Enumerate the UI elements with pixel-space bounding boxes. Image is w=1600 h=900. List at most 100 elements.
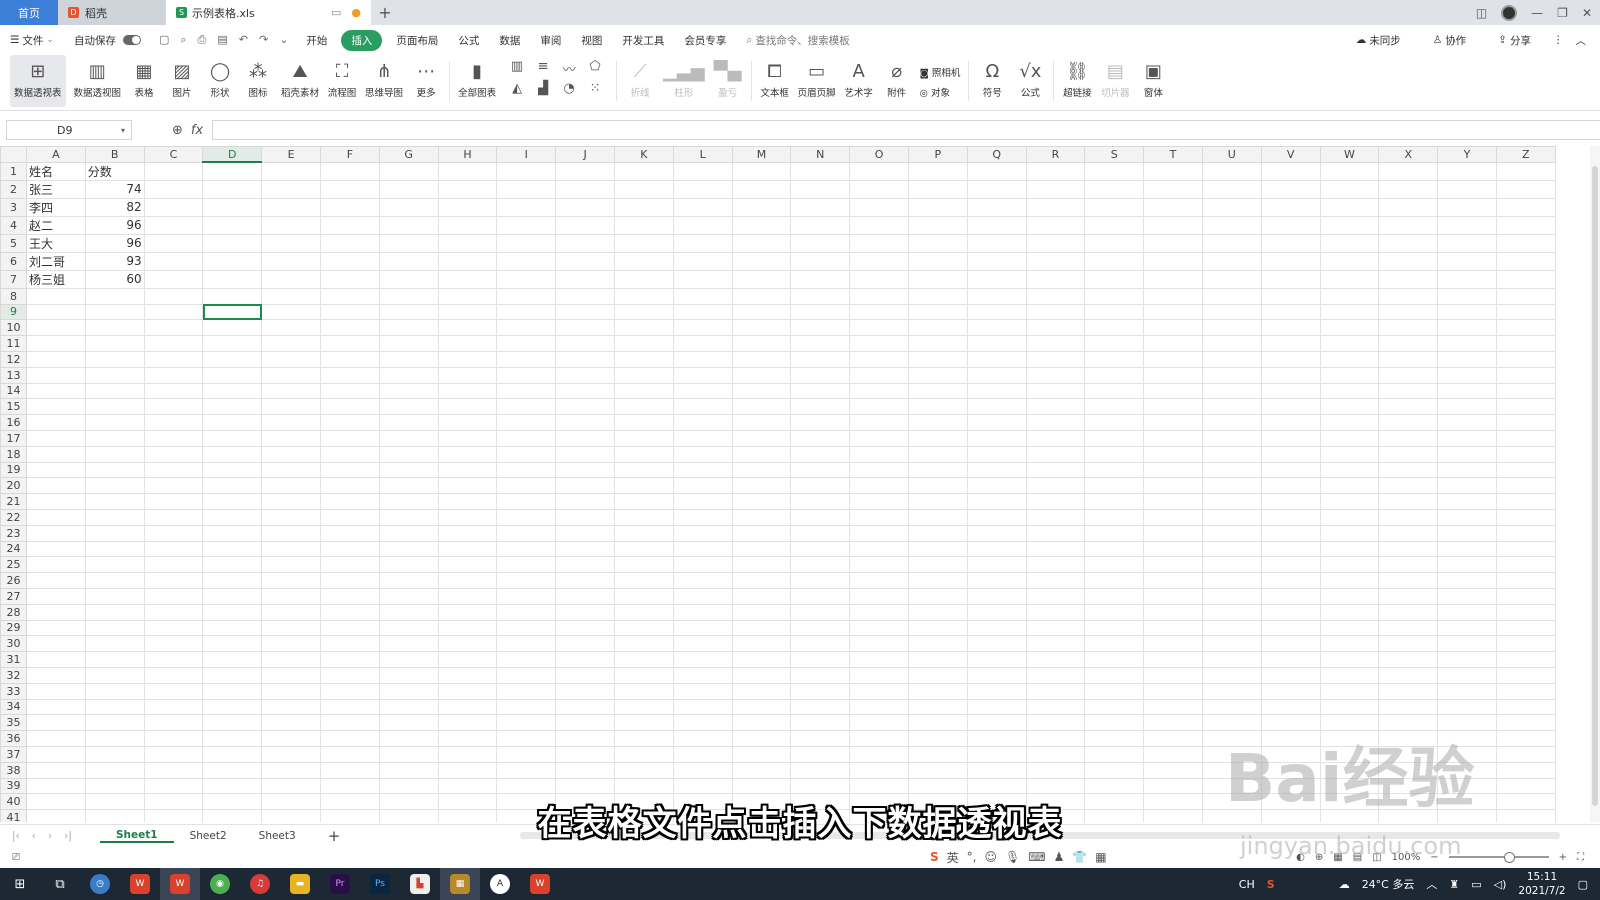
column-header[interactable]: J — [555, 146, 615, 163]
cell[interactable] — [1260, 508, 1321, 526]
cell[interactable] — [966, 587, 1027, 605]
cell[interactable] — [261, 461, 321, 479]
cell[interactable] — [26, 366, 86, 384]
tab-document[interactable]: S 示例表格.xls ▭ ● — [166, 0, 371, 25]
cell[interactable] — [1260, 335, 1321, 352]
cell[interactable] — [378, 350, 439, 368]
cell[interactable] — [672, 366, 733, 384]
cell[interactable] — [555, 698, 615, 716]
menu-review[interactable]: 审阅 — [530, 33, 571, 48]
cell[interactable] — [613, 335, 674, 352]
cell[interactable] — [261, 398, 321, 416]
cell[interactable] — [143, 382, 204, 400]
cell[interactable] — [1084, 366, 1145, 384]
cell[interactable] — [1378, 233, 1439, 253]
cell[interactable] — [1378, 398, 1439, 416]
cell[interactable] — [1143, 477, 1203, 495]
cell[interactable] — [1260, 540, 1321, 558]
column-header[interactable]: E — [261, 146, 321, 163]
cell[interactable] — [966, 761, 1027, 779]
cell[interactable] — [261, 251, 321, 271]
cell[interactable] — [1260, 524, 1321, 542]
cell[interactable] — [613, 303, 674, 321]
cell[interactable] — [672, 698, 733, 716]
cell[interactable] — [1495, 319, 1556, 337]
cell[interactable] — [966, 619, 1027, 637]
cell[interactable] — [1201, 682, 1262, 700]
cell[interactable] — [1025, 251, 1086, 271]
cell[interactable] — [672, 429, 733, 447]
cell[interactable] — [731, 319, 792, 337]
cell[interactable] — [672, 635, 733, 653]
cell[interactable] — [907, 508, 968, 526]
cell[interactable] — [849, 603, 909, 621]
cell[interactable] — [790, 382, 851, 400]
cell[interactable] — [437, 745, 498, 763]
cell[interactable] — [1319, 382, 1380, 400]
cell[interactable] — [1143, 319, 1203, 337]
cell[interactable] — [849, 572, 909, 589]
cell[interactable] — [907, 745, 968, 763]
cell[interactable] — [437, 477, 498, 495]
cell[interactable] — [1084, 556, 1145, 574]
cell[interactable] — [84, 319, 145, 337]
clock[interactable]: 15:11 2021/7/2 — [1518, 870, 1565, 898]
cell[interactable] — [378, 603, 439, 621]
line-chart-icon[interactable]: 〰 — [556, 59, 582, 81]
cell[interactable] — [907, 335, 968, 352]
cell[interactable] — [319, 335, 380, 352]
cell[interactable] — [1319, 179, 1380, 199]
cell[interactable] — [907, 651, 968, 668]
cell[interactable] — [849, 635, 909, 653]
cell[interactable] — [378, 698, 439, 716]
cell[interactable] — [1025, 682, 1086, 700]
cell[interactable] — [613, 269, 674, 289]
cell[interactable] — [1437, 603, 1497, 621]
cell[interactable] — [849, 587, 909, 605]
fullscreen-icon[interactable]: ⛶ — [1577, 852, 1584, 863]
cell[interactable] — [496, 461, 557, 479]
cell[interactable] — [1260, 197, 1321, 217]
cell[interactable] — [143, 303, 204, 321]
cell[interactable] — [731, 414, 792, 431]
print-icon[interactable]: ⎙ — [198, 33, 207, 47]
print-preview-icon[interactable]: ▤ — [217, 33, 227, 47]
cell[interactable] — [202, 429, 263, 447]
cell[interactable] — [84, 508, 145, 526]
cell[interactable] — [1378, 461, 1439, 479]
cell[interactable] — [496, 197, 557, 217]
cell[interactable] — [202, 398, 263, 416]
cell[interactable] — [849, 508, 909, 526]
cell[interactable] — [261, 540, 321, 558]
cell[interactable] — [1437, 233, 1497, 253]
cell[interactable] — [731, 382, 792, 400]
cell[interactable] — [1437, 666, 1497, 684]
cell[interactable] — [84, 698, 145, 716]
cell[interactable] — [790, 619, 851, 637]
cell[interactable] — [319, 350, 380, 368]
cell[interactable] — [1260, 350, 1321, 368]
cell[interactable] — [1143, 524, 1203, 542]
cell[interactable] — [261, 382, 321, 400]
cell[interactable]: 60 — [84, 269, 145, 289]
formula-button[interactable]: √x 公式 — [1015, 55, 1045, 107]
taskbar-app-11[interactable]: A — [480, 868, 520, 900]
cell[interactable] — [1495, 429, 1556, 447]
cell[interactable] — [613, 233, 674, 253]
cell[interactable] — [378, 429, 439, 447]
cell[interactable] — [1143, 698, 1203, 716]
cell[interactable] — [1260, 161, 1321, 181]
cell[interactable] — [261, 572, 321, 589]
cell[interactable] — [1025, 445, 1086, 463]
cell[interactable] — [496, 587, 557, 605]
cell[interactable] — [319, 635, 380, 653]
cell[interactable] — [1084, 761, 1145, 779]
cell[interactable] — [496, 445, 557, 463]
cell[interactable] — [1084, 429, 1145, 447]
row-header[interactable]: 38 — [0, 761, 27, 779]
cell[interactable] — [437, 269, 498, 289]
cell[interactable] — [790, 335, 851, 352]
cell[interactable]: 李四 — [26, 197, 86, 217]
cell[interactable] — [849, 761, 909, 779]
cell[interactable] — [672, 524, 733, 542]
